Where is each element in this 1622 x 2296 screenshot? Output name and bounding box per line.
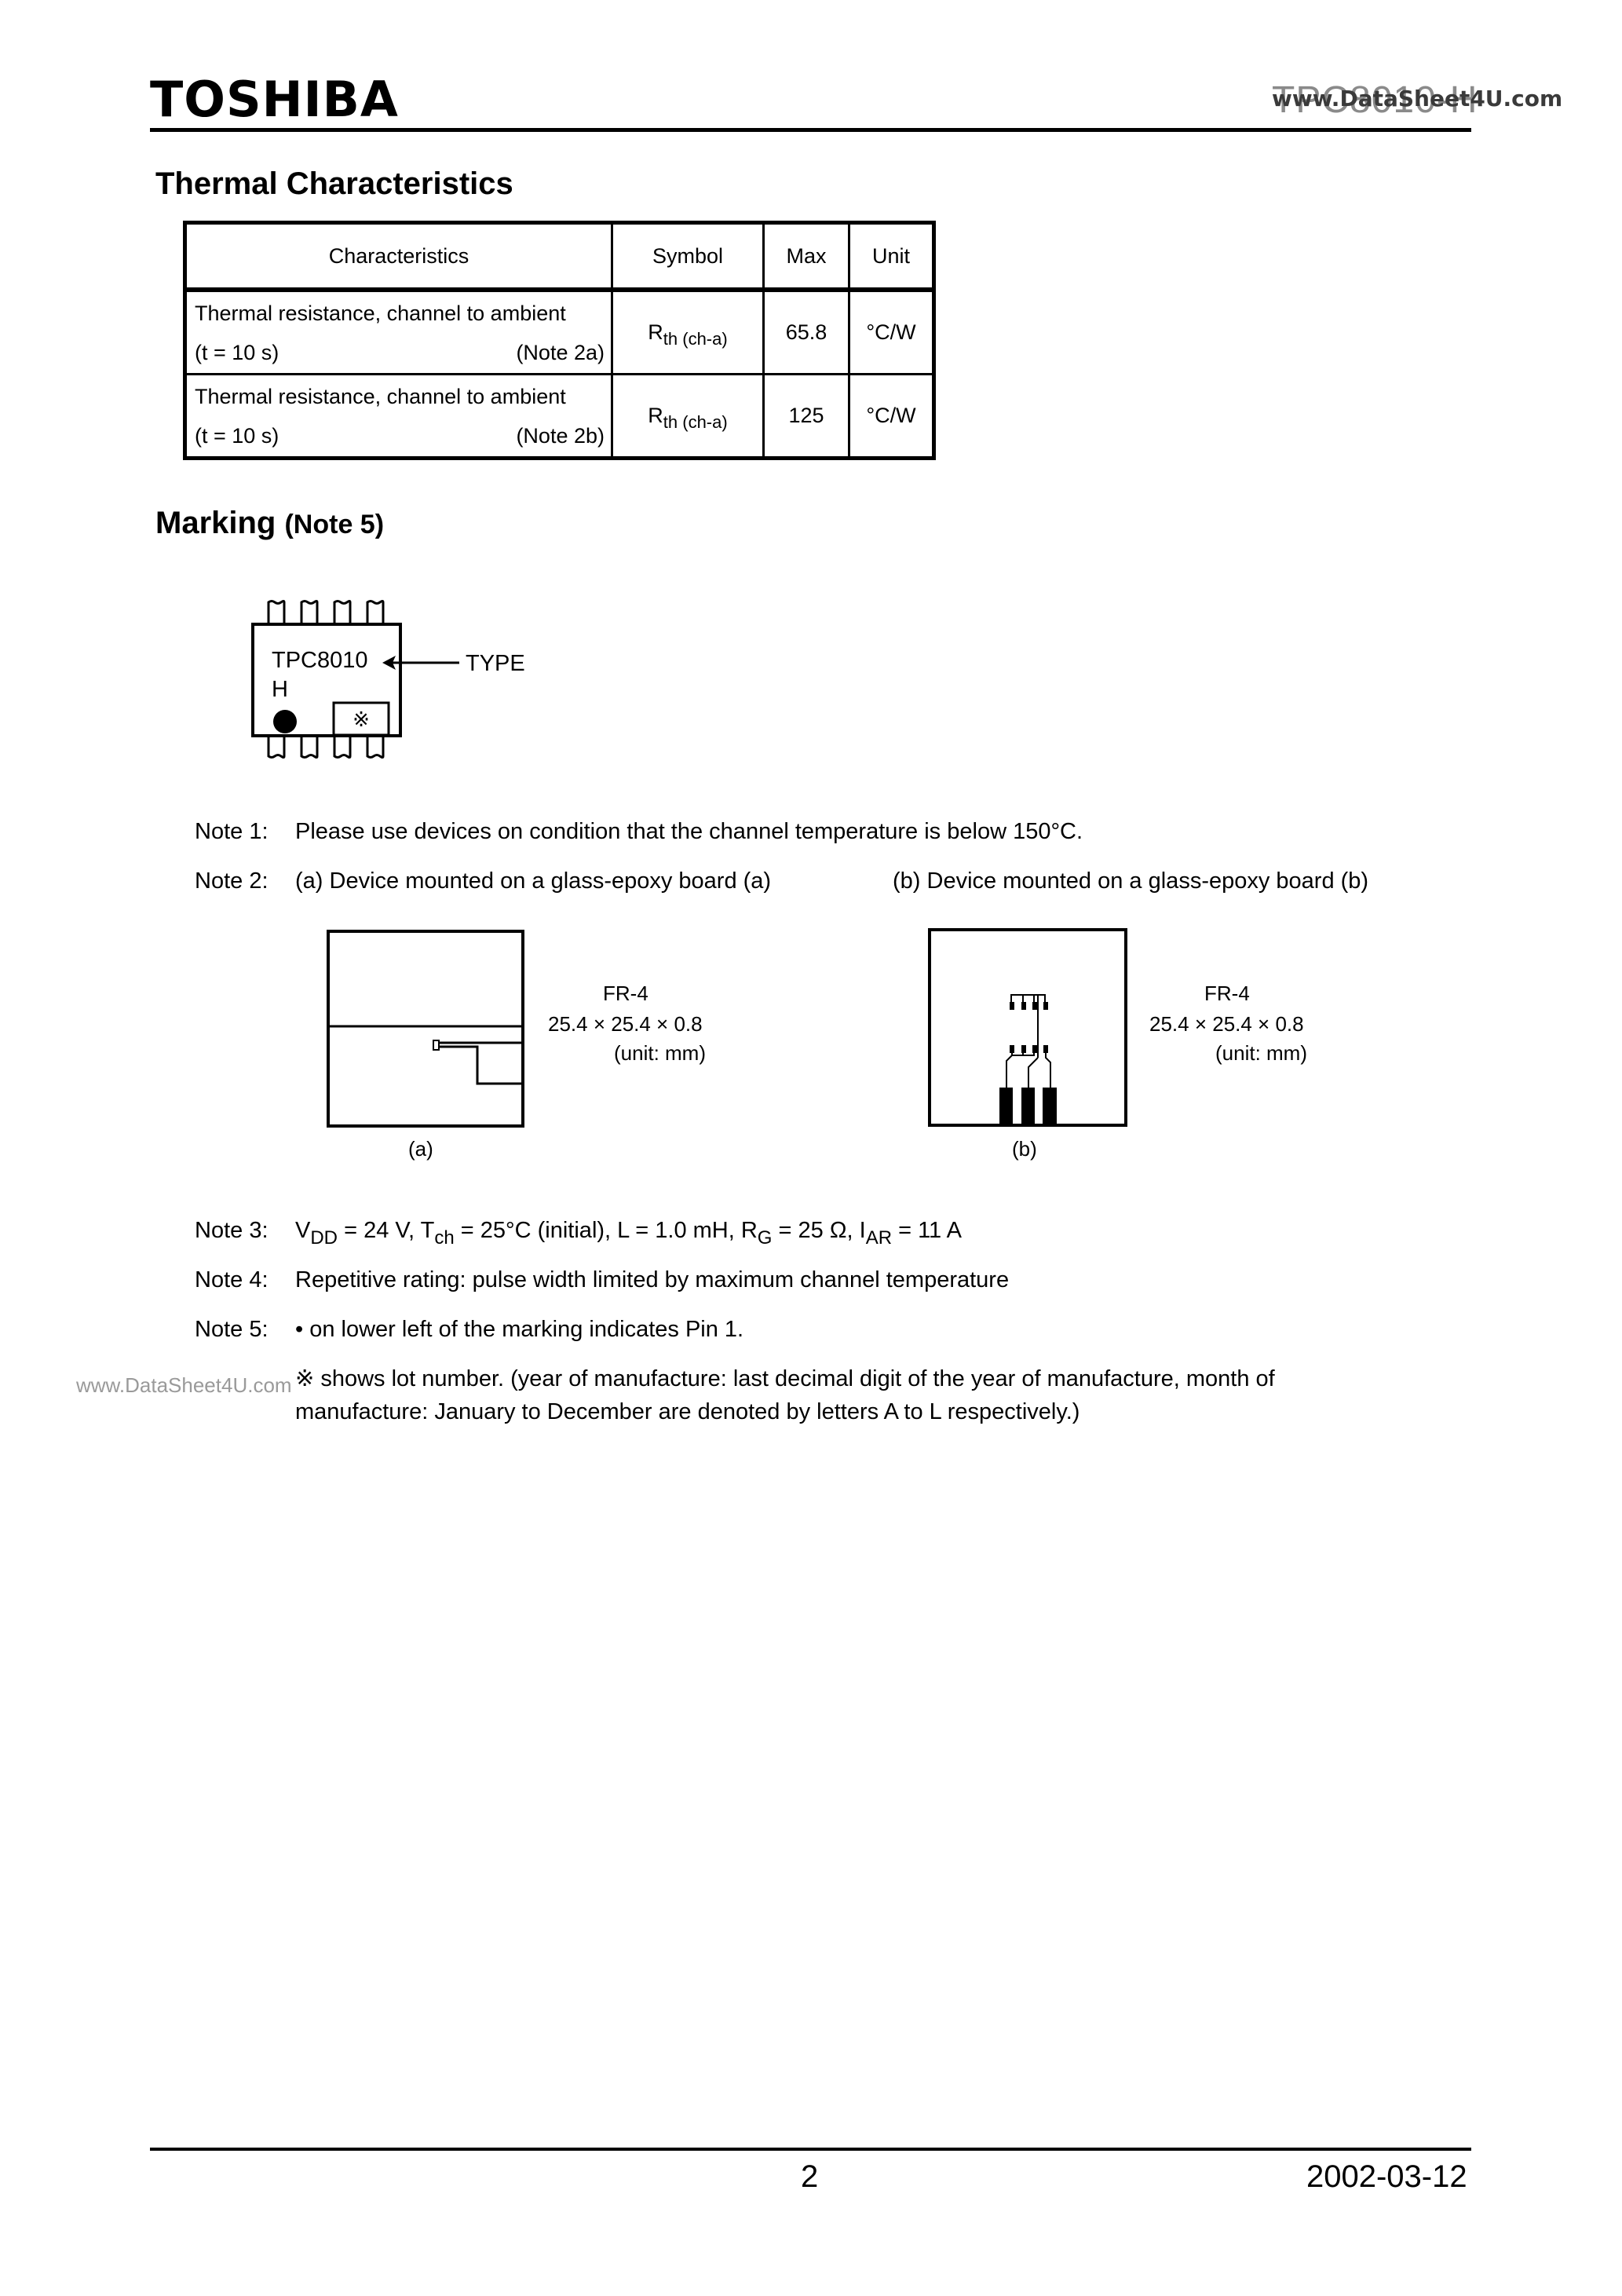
board-a-outline	[327, 930, 524, 1128]
note4-text: Repetitive rating: pulse width limited b…	[295, 1267, 1010, 1292]
board-b-gate-trace	[1045, 1053, 1051, 1092]
rg-value: = 25 Ω, I	[772, 1218, 866, 1243]
pin1-dot-icon	[273, 710, 297, 733]
board-a-material: FR-4	[603, 982, 648, 1005]
symbol-main: R	[648, 404, 663, 427]
note2-a-text: (a) Device mounted on a glass-epoxy boar…	[295, 868, 772, 894]
marking-title-note: (Note 5)	[284, 510, 385, 539]
thermal-table: Characteristics Symbol Max Unit Thermal …	[183, 221, 936, 460]
suffix-marking-text: H	[272, 677, 288, 702]
rg-subscript: G	[757, 1227, 773, 1249]
unit-cell: °C/W	[848, 373, 935, 459]
note4-label: Note 4:	[195, 1267, 269, 1292]
marking-section-title: Marking (Note 5)	[155, 507, 384, 539]
vdd-value: = 24 V, T	[338, 1218, 435, 1243]
condition-text: (t = 10 s)	[195, 341, 279, 364]
characteristic-cell: Thermal resistance, channel to ambient (…	[184, 288, 613, 375]
symbol-cell: Rth (ch-a)	[611, 373, 765, 459]
vdd-symbol: V	[295, 1218, 311, 1243]
board-b-drain-lead	[1028, 1057, 1039, 1092]
note-ref: (Note 2a)	[516, 341, 605, 364]
iar-subscript: AR	[865, 1227, 893, 1249]
type-marking-text: TPC8010	[272, 648, 368, 673]
note2-b-text: (b) Device mounted on a glass-epoxy boar…	[893, 868, 1369, 894]
symbol-main: R	[648, 320, 663, 344]
note5-lot-line-1: ※ shows lot number. (year of manufacture…	[295, 1366, 1275, 1391]
note-ref: (Note 2b)	[516, 424, 605, 448]
board-b-material: FR-4	[1204, 982, 1250, 1005]
note5-label: Note 5:	[195, 1317, 269, 1342]
max-cell: 125	[762, 373, 850, 459]
board-b-upper-bus	[1010, 994, 1046, 1002]
board-b-dims: 25.4 × 25.4 × 0.8	[1149, 1012, 1304, 1036]
lot-symbol-icon: ※	[353, 708, 370, 732]
note3-label: Note 3:	[195, 1218, 269, 1243]
thermal-section-title: Thermal Characteristics	[155, 166, 513, 201]
col-header-characteristics: Characteristics	[184, 221, 613, 291]
header-rule	[150, 128, 1471, 132]
toshiba-logo: TOSHIBA	[150, 71, 399, 128]
max-cell: 65.8	[762, 288, 850, 375]
package-top-pins	[267, 600, 385, 624]
col-header-max: Max	[762, 221, 850, 291]
board-b-unit: (unit: mm)	[1215, 1041, 1307, 1065]
board-b-diagram	[928, 928, 1127, 1127]
characteristic-text: Thermal resistance, channel to ambient	[195, 385, 566, 408]
note1-label: Note 1:	[195, 819, 269, 844]
unit-cell: °C/W	[848, 288, 935, 375]
note3-text: VDD = 24 V, Tch = 25°C (initial), L = 1.…	[295, 1218, 962, 1248]
symbol-sub: th (ch-a)	[663, 329, 728, 349]
condition-text: (t = 10 s)	[195, 424, 279, 448]
table-header-row: Characteristics Symbol Max Unit	[184, 221, 935, 291]
footer-rule	[150, 2148, 1471, 2151]
board-a-trace-2	[439, 1045, 523, 1085]
col-header-unit: Unit	[848, 221, 935, 291]
symbol-cell: Rth (ch-a)	[611, 288, 765, 375]
iar-value: = 11 A	[892, 1218, 962, 1243]
marking-package-diagram: TPC8010 H ※ TYPE	[251, 600, 525, 759]
package-bottom-pins	[267, 736, 385, 759]
board-b-lower-pads	[1010, 1045, 1048, 1053]
watermark-link-top[interactable]: www.DataSheet4U.com	[1272, 88, 1562, 110]
note1-text: Please use devices on condition that the…	[295, 819, 1083, 844]
table-row: Thermal resistance, channel to ambient (…	[184, 288, 935, 375]
characteristic-text: Thermal resistance, channel to ambient	[195, 302, 566, 325]
board-a-diagram	[327, 930, 524, 1128]
table-row: Thermal resistance, channel to ambient (…	[184, 373, 935, 459]
board-b-source-trace	[1006, 1055, 1013, 1092]
document-date: 2002-03-12	[1306, 2159, 1467, 2194]
board-a-pad	[433, 1040, 440, 1051]
board-b-caption: (b)	[1012, 1137, 1037, 1161]
board-a-caption: (a)	[408, 1137, 433, 1161]
marking-title: Marking	[155, 506, 276, 540]
tch-subscript: ch	[434, 1227, 455, 1249]
page-number: 2	[801, 2159, 819, 2194]
col-header-symbol: Symbol	[611, 221, 765, 291]
symbol-sub: th (ch-a)	[663, 412, 728, 432]
note2-label: Note 2:	[195, 868, 269, 894]
note5-lot-line-2: manufacture: January to December are den…	[295, 1399, 1080, 1424]
board-a-dims: 25.4 × 25.4 × 0.8	[548, 1012, 703, 1036]
characteristic-cell: Thermal resistance, channel to ambient (…	[184, 373, 613, 459]
vdd-subscript: DD	[310, 1227, 338, 1249]
tch-value: = 25°C (initial), L = 1.0 mH, R	[454, 1218, 758, 1243]
board-b-upper-pads	[1010, 1002, 1048, 1010]
note5-text: • on lower left of the marking indicates…	[295, 1317, 744, 1342]
board-b-terminal-pads	[999, 1088, 1057, 1125]
type-label: TYPE	[466, 651, 525, 676]
board-a-unit: (unit: mm)	[614, 1041, 706, 1065]
watermark-link-side[interactable]: www.DataSheet4U.com	[76, 1375, 292, 1395]
